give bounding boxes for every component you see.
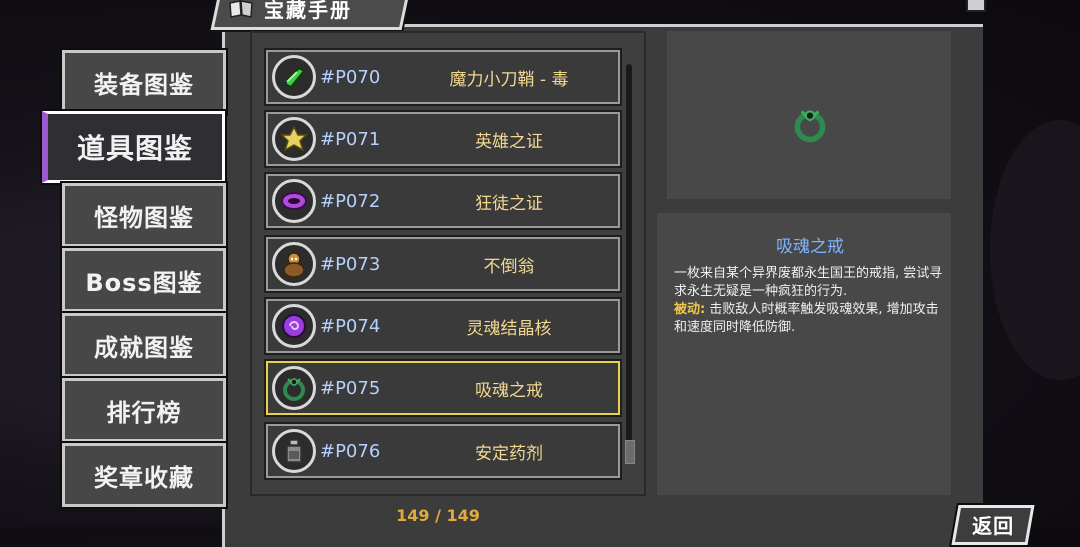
potion-icon [286, 439, 302, 463]
passive-text: 击败敌人时概率触发吸魂效果, 增加攻击和速度同时降低防御. [674, 302, 939, 335]
item-description: 一枚来自某个异界废都永生国王的戒指, 尝试寻求永生无疑是一种疯狂的行为. 被动:… [674, 265, 949, 337]
tab-item-codex[interactable]: 道具图鉴 [42, 111, 225, 183]
item-preview-panel [667, 31, 951, 199]
item-code: #P073 [320, 253, 381, 275]
tab-achievement-codex[interactable]: 成就图鉴 [62, 313, 226, 377]
list-item[interactable]: #P074 灵魂结晶核 [266, 299, 620, 353]
back-button-label: 返回 [972, 514, 1015, 538]
list-item[interactable]: #P071 英雄之证 [266, 112, 620, 166]
tab-boss-codex[interactable]: Boss图鉴 [62, 248, 226, 312]
list-item[interactable]: #P073 不倒翁 [266, 237, 620, 291]
item-code: #P070 [320, 66, 381, 88]
tab-label: 成就图鉴 [94, 333, 194, 362]
item-name: 不倒翁 [483, 256, 535, 277]
list-item-selected[interactable]: #P075 吸魂之戒 [266, 361, 620, 415]
item-code: #P074 [320, 315, 381, 337]
corner-marker [966, 0, 986, 12]
item-name: 狂徒之证 [475, 193, 543, 214]
tab-label: 装备图鉴 [94, 70, 194, 99]
tab-label: 道具图鉴 [76, 132, 193, 165]
tab-label: 怪物图鉴 [94, 203, 194, 232]
tab-medal-collection[interactable]: 奖章收藏 [62, 443, 226, 507]
item-icon-frame [272, 179, 316, 223]
scrollbar-thumb[interactable] [625, 440, 635, 464]
item-icon-frame [272, 429, 316, 473]
tumbler-doll-icon [283, 252, 305, 278]
fanatic-emblem-icon [281, 192, 307, 210]
item-code: #P071 [320, 128, 381, 150]
book-icon [229, 0, 253, 18]
item-icon-frame [272, 366, 316, 410]
item-icon-frame [272, 117, 316, 161]
header: 宝藏手册 [228, 0, 352, 23]
list-item[interactable]: #P070 魔力小刀鞘 - 毒 [266, 50, 620, 104]
item-name: 安定药剂 [475, 443, 543, 464]
item-detail-title: 吸魂之戒 [776, 237, 844, 257]
background-shape [990, 120, 1080, 380]
soul-crystal-icon [282, 314, 306, 338]
tab-monster-codex[interactable]: 怪物图鉴 [62, 183, 226, 247]
passive-label: 被动: [674, 302, 706, 317]
item-name: 灵魂结晶核 [466, 318, 552, 339]
soul-ring-icon [283, 378, 305, 401]
tab-label: 奖章收藏 [94, 463, 194, 492]
tab-equipment-codex[interactable]: 装备图鉴 [62, 50, 226, 114]
list-item[interactable]: #P076 安定药剂 [266, 424, 620, 478]
tab-leaderboard[interactable]: 排行榜 [62, 378, 226, 442]
item-name: 英雄之证 [475, 131, 543, 152]
item-code: #P072 [320, 190, 381, 212]
item-counter: 149 / 149 [396, 506, 480, 525]
description-lore: 一枚来自某个异界废都永生国王的戒指, 尝试寻求永生无疑是一种疯狂的行为. [674, 266, 943, 299]
item-name: 魔力小刀鞘 - 毒 [449, 69, 569, 90]
passive-effect: 被动: 击败敌人时概率触发吸魂效果, 增加攻击和速度同时降低防御. [674, 301, 949, 337]
item-code: #P075 [320, 377, 381, 399]
soul-ring-icon [794, 110, 826, 143]
back-button[interactable]: 返回 [951, 505, 1035, 545]
item-icon-frame [272, 304, 316, 348]
poison-sheath-icon [283, 66, 306, 89]
tab-label: Boss图鉴 [85, 268, 203, 297]
page-title: 宝藏手册 [264, 0, 352, 22]
item-code: #P076 [320, 440, 381, 462]
item-icon-frame [272, 55, 316, 99]
hero-emblem-icon [280, 125, 308, 152]
list-scrollbar[interactable] [626, 64, 632, 464]
list-item[interactable]: #P072 狂徒之证 [266, 174, 620, 228]
item-name: 吸魂之戒 [475, 380, 543, 401]
item-icon-frame [272, 242, 316, 286]
tab-label: 排行榜 [106, 398, 182, 427]
